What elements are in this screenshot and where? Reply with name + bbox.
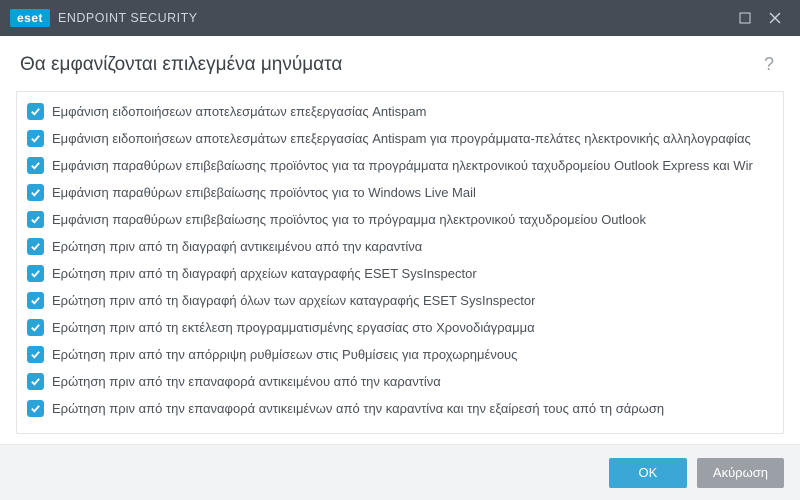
list-item-label: Ερώτηση πριν από την απόρριψη ρυθμίσεων … — [52, 347, 517, 362]
list-item: Ερώτηση πριν από τη διαγραφή όλων των αρ… — [27, 287, 779, 314]
titlebar: eset ENDPOINT SECURITY — [0, 0, 800, 36]
checkbox[interactable] — [27, 373, 44, 390]
close-button[interactable] — [760, 0, 790, 36]
list-item: Εμφάνιση παραθύρων επιβεβαίωσης προϊόντο… — [27, 152, 779, 179]
checkbox[interactable] — [27, 130, 44, 147]
checkbox[interactable] — [27, 400, 44, 417]
list-item: Εμφάνιση ειδοποιήσεων αποτελεσμάτων επεξ… — [27, 125, 779, 152]
checkbox[interactable] — [27, 346, 44, 363]
list-item: Εμφάνιση παραθύρων επιβεβαίωσης προϊόντο… — [27, 179, 779, 206]
list-item-label: Ερώτηση πριν από την επαναφορά αντικειμέ… — [52, 374, 441, 389]
message-list-scroll[interactable]: Εμφάνιση ειδοποιήσεων αποτελεσμάτων επεξ… — [17, 92, 783, 417]
message-list-panel: Εμφάνιση ειδοποιήσεων αποτελεσμάτων επεξ… — [16, 91, 784, 434]
help-icon[interactable]: ? — [758, 50, 780, 79]
list-item: Εμφάνιση παραθύρων επιβεβαίωσης προϊόντο… — [27, 206, 779, 233]
brand-text: ENDPOINT SECURITY — [58, 11, 198, 25]
brand-badge: eset — [10, 9, 50, 27]
list-item-label: Εμφάνιση παραθύρων επιβεβαίωσης προϊόντο… — [52, 212, 646, 227]
checkbox[interactable] — [27, 157, 44, 174]
list-item: Ερώτηση πριν από τη διαγραφή αρχείων κατ… — [27, 260, 779, 287]
list-item-label: Εμφάνιση ειδοποιήσεων αποτελεσμάτων επεξ… — [52, 131, 751, 146]
checkbox[interactable] — [27, 319, 44, 336]
checkbox[interactable] — [27, 211, 44, 228]
dialog-footer: OK Ακύρωση — [0, 444, 800, 500]
list-item: Εμφάνιση ειδοποιήσεων αποτελεσμάτων επεξ… — [27, 98, 779, 125]
horizontal-scrollbar[interactable] — [27, 417, 773, 429]
list-item: Ερώτηση πριν από τη διαγραφή αντικειμένο… — [27, 233, 779, 260]
checkbox[interactable] — [27, 292, 44, 309]
list-item-label: Ερώτηση πριν από τη διαγραφή αντικειμένο… — [52, 239, 422, 254]
page-title: Θα εμφανίζονται επιλεγμένα μηνύματα — [20, 54, 342, 76]
list-item-label: Ερώτηση πριν από τη διαγραφή όλων των αρ… — [52, 293, 535, 308]
checkbox[interactable] — [27, 184, 44, 201]
checkbox[interactable] — [27, 265, 44, 282]
list-item: Ερώτηση πριν από την επαναφορά αντικειμέ… — [27, 368, 779, 395]
dialog-header: Θα εμφανίζονται επιλεγμένα μηνύματα ? — [0, 36, 800, 91]
list-item: Ερώτηση πριν από την απόρριψη ρυθμίσεων … — [27, 341, 779, 368]
list-item-label: Εμφάνιση ειδοποιήσεων αποτελεσμάτων επεξ… — [52, 104, 426, 119]
list-item-label: Ερώτηση πριν από τη εκτέλεση προγραμματι… — [52, 320, 535, 335]
list-item-label: Ερώτηση πριν από τη διαγραφή αρχείων κατ… — [52, 266, 477, 281]
list-item: Ερώτηση πριν από την επαναφορά αντικειμέ… — [27, 395, 779, 417]
checkbox[interactable] — [27, 103, 44, 120]
list-item-label: Εμφάνιση παραθύρων επιβεβαίωσης προϊόντο… — [52, 158, 753, 173]
list-item-label: Ερώτηση πριν από την επαναφορά αντικειμέ… — [52, 401, 664, 416]
list-item: Ερώτηση πριν από τη εκτέλεση προγραμματι… — [27, 314, 779, 341]
cancel-button[interactable]: Ακύρωση — [697, 458, 784, 488]
list-item-label: Εμφάνιση παραθύρων επιβεβαίωσης προϊόντο… — [52, 185, 476, 200]
ok-button[interactable]: OK — [609, 458, 687, 488]
checkbox[interactable] — [27, 238, 44, 255]
minimize-button[interactable] — [730, 0, 760, 36]
